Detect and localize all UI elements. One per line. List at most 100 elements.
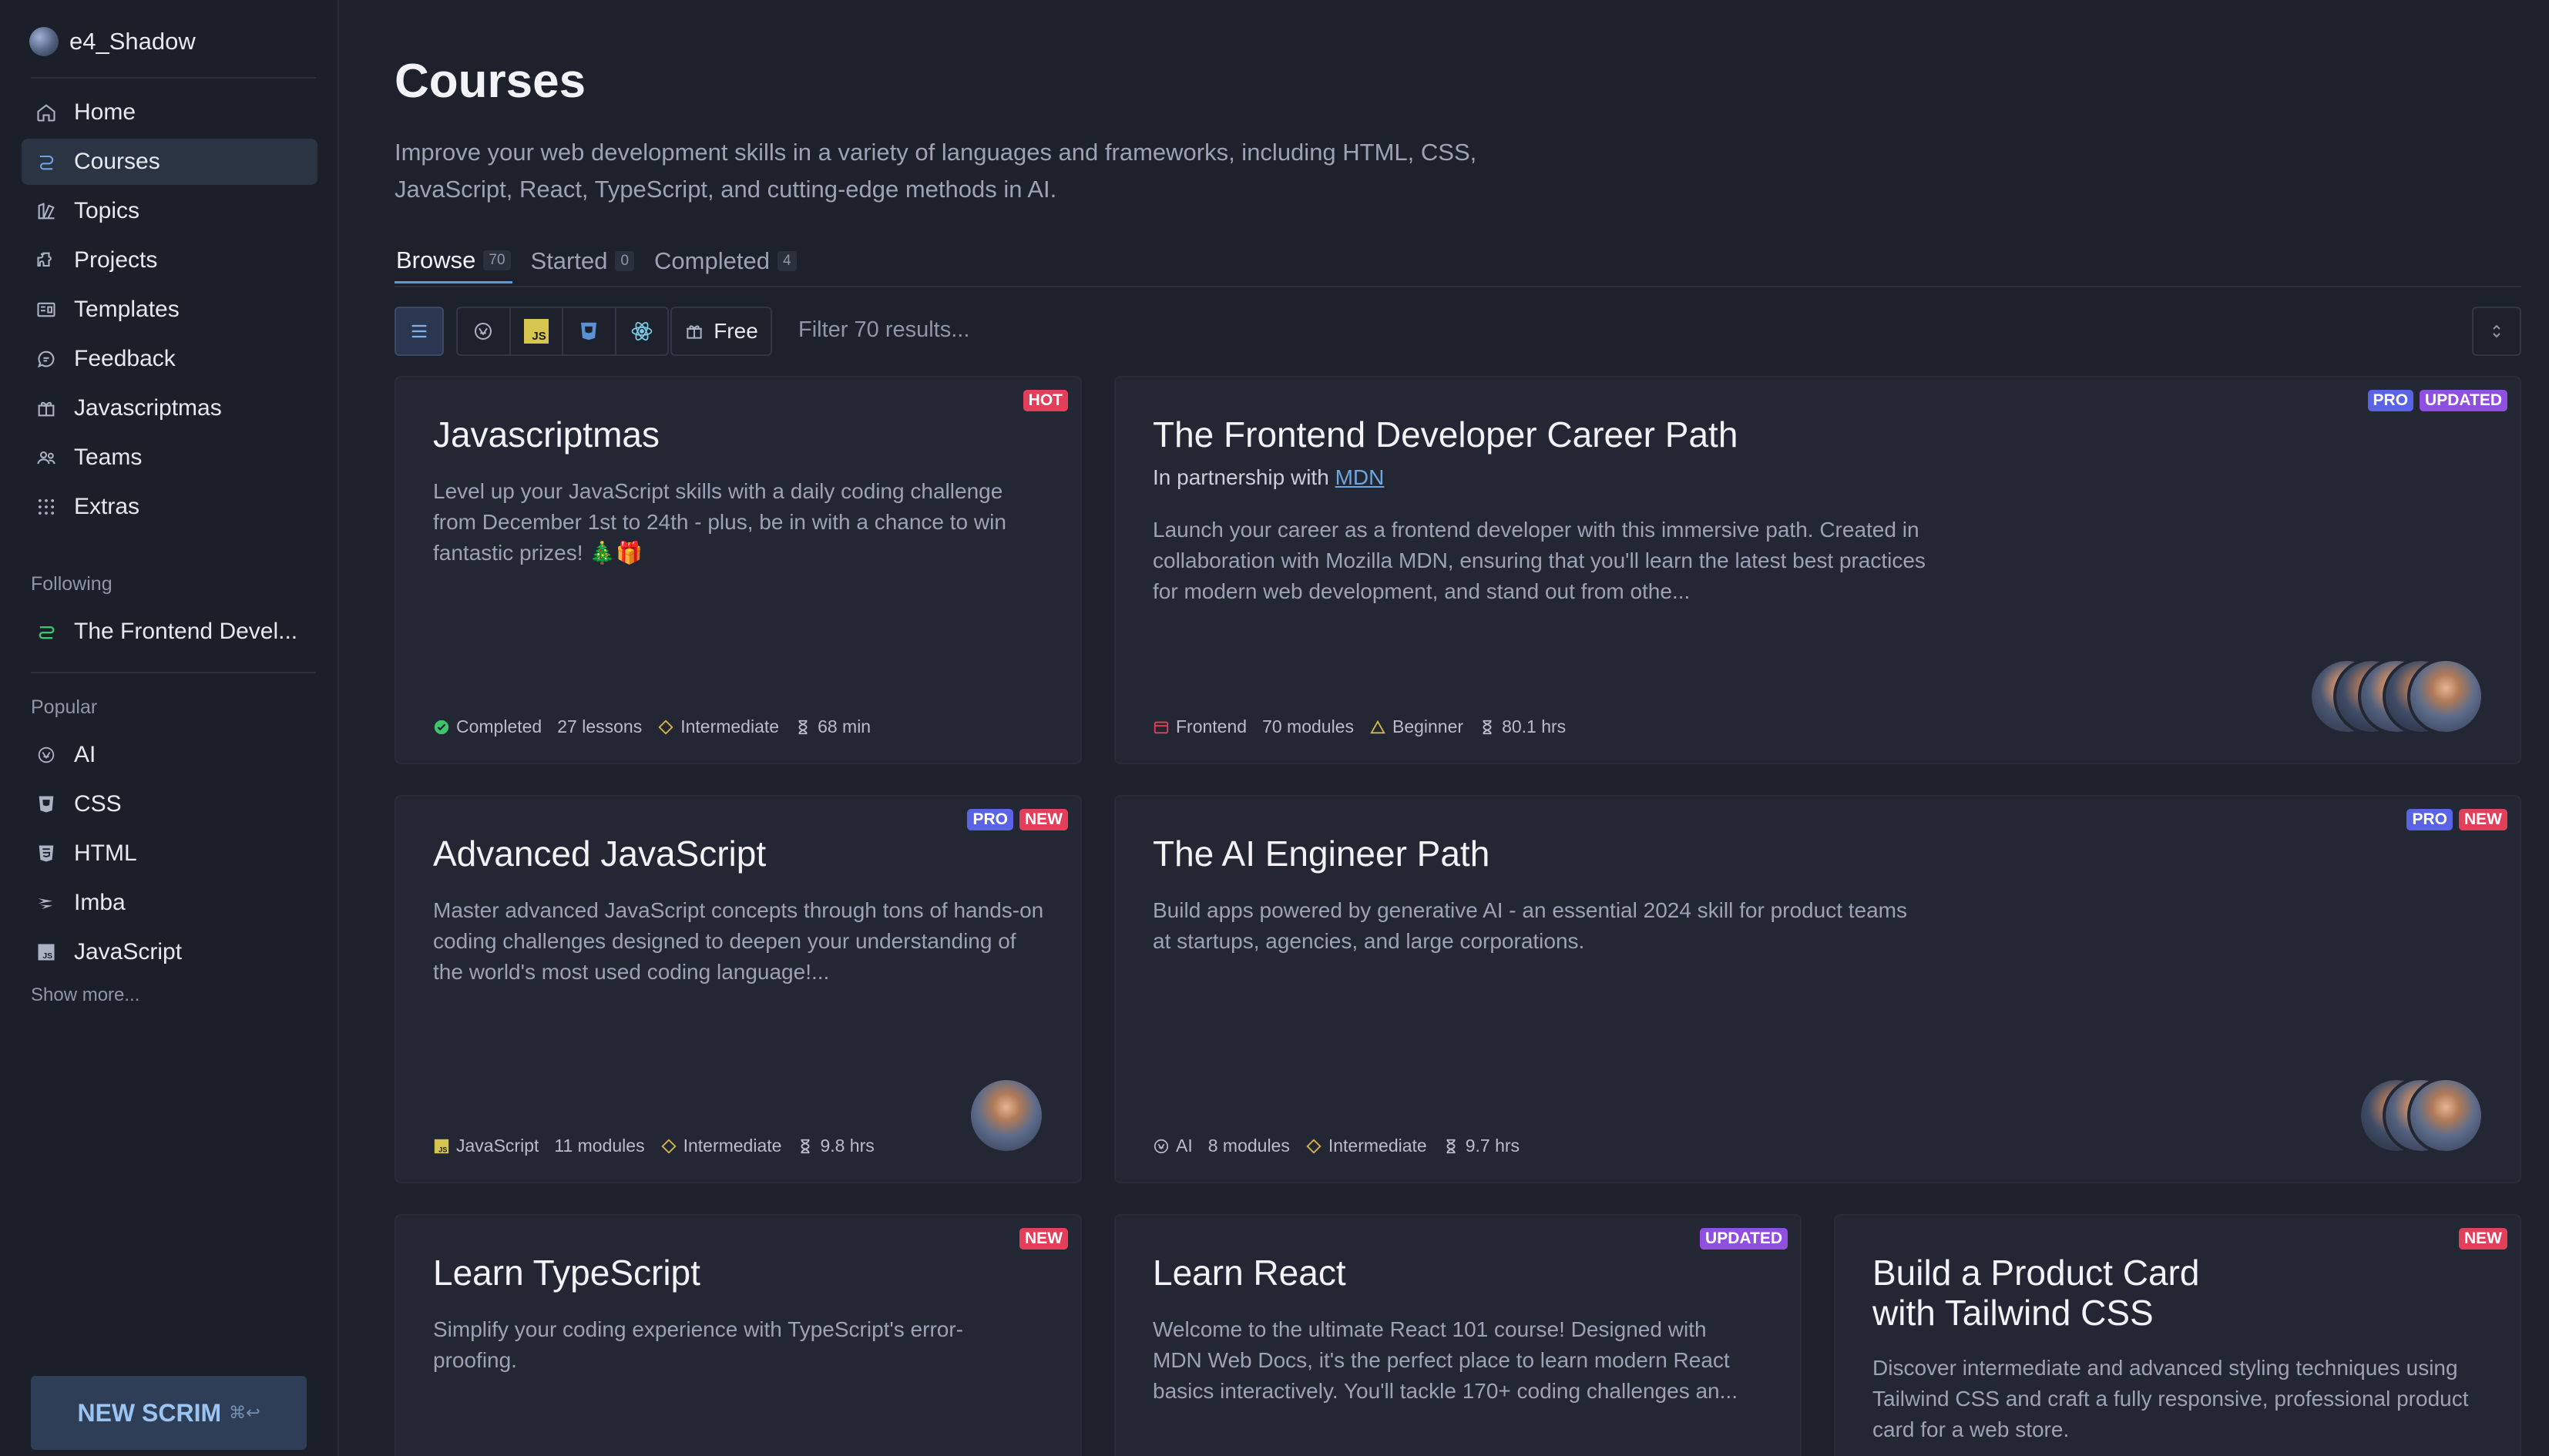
- course-description: Welcome to the ultimate React 101 course…: [1153, 1317, 1738, 1403]
- divider: [31, 77, 316, 79]
- topic-text: Frontend: [1176, 716, 1248, 736]
- badges: HOT: [1023, 390, 1068, 411]
- sidebar-item-label: Feedback: [74, 346, 176, 371]
- new-badge: NEW: [1019, 809, 1068, 830]
- course-card[interactable]: HOT Javascriptmas Level up your JavaScri…: [395, 376, 1082, 764]
- course-card[interactable]: PRO NEW Advanced JavaScript Master advan…: [395, 795, 1082, 1183]
- course-description: Build apps powered by generative AI - an…: [1153, 898, 1908, 953]
- filter-input[interactable]: Filter 70 results...: [798, 317, 969, 343]
- sidebar-item-following[interactable]: The Frontend Devel...: [22, 609, 317, 655]
- sidebar-item-templates[interactable]: Templates: [22, 287, 317, 333]
- level: Intermediate: [657, 716, 779, 737]
- sidebar-item-imba[interactable]: Imba: [22, 880, 317, 926]
- ai-filter-button[interactable]: [458, 308, 511, 354]
- lessons-count: 27 lessons: [557, 716, 643, 736]
- status-text: Completed: [456, 716, 542, 736]
- new-scrim-button[interactable]: NEW SCRIM ⌘↩: [31, 1376, 307, 1450]
- sidebar-item-label: Courses: [74, 149, 160, 174]
- sidebar-item-label: AI: [74, 742, 96, 767]
- badges: NEW: [2459, 1228, 2507, 1250]
- badges: PRO UPDATED: [2367, 390, 2507, 411]
- chevron-up-down-icon: [2493, 324, 2500, 338]
- sidebar-item-ai[interactable]: AI: [22, 732, 317, 778]
- path-icon: [35, 621, 57, 642]
- sidebar: e4_Shadow Home Courses Topics Projects T…: [0, 0, 339, 1456]
- javascript-filter-button[interactable]: JS: [511, 308, 563, 354]
- diamond-icon: [1305, 1138, 1322, 1155]
- list-icon: [411, 324, 427, 338]
- sort-button[interactable]: [2472, 307, 2521, 356]
- mdn-link[interactable]: MDN: [1335, 465, 1385, 489]
- tab-completed[interactable]: Completed 4: [653, 239, 798, 283]
- gift-icon: [35, 398, 57, 419]
- course-card[interactable]: NEW Build a Product Card with Tailwind C…: [1834, 1214, 2521, 1456]
- sidebar-item-label: Projects: [74, 247, 158, 273]
- diamond-icon: [657, 719, 674, 736]
- free-filter-button[interactable]: Free: [670, 307, 772, 356]
- hot-badge: HOT: [1023, 390, 1068, 411]
- tab-browse[interactable]: Browse 70: [395, 239, 512, 283]
- tab-label: Started: [530, 247, 608, 274]
- sidebar-item-courses[interactable]: Courses: [22, 139, 317, 185]
- duration-text: 9.7 hrs: [1465, 1136, 1520, 1156]
- sidebar-item-label: Home: [74, 99, 136, 125]
- sidebar-item-label: CSS: [74, 791, 122, 817]
- sidebar-item-home[interactable]: Home: [22, 89, 317, 136]
- topic-text: AI: [1176, 1136, 1193, 1156]
- feedback-icon: [35, 348, 57, 370]
- new-scrim-label: NEW SCRIM: [77, 1398, 222, 1427]
- free-label: Free: [714, 319, 758, 343]
- popular-list: AI CSS HTML Imba JS JavaScript: [22, 732, 317, 978]
- course-card[interactable]: UPDATED Learn React Welcome to the ultim…: [1114, 1214, 1802, 1456]
- course-description: Launch your career as a frontend develop…: [1153, 518, 1926, 603]
- hourglass-icon: [1442, 1138, 1459, 1155]
- show-more-link[interactable]: Show more...: [31, 985, 139, 1006]
- sidebar-item-label: Extras: [74, 494, 140, 519]
- css-icon: [35, 793, 57, 815]
- course-title: Learn TypeScript: [433, 1253, 700, 1293]
- sidebar-item-label: Imba: [74, 890, 126, 915]
- duration: 80.1 hrs: [1479, 716, 1566, 737]
- divider: [31, 672, 316, 673]
- course-card[interactable]: PRO NEW The AI Engineer Path Build apps …: [1114, 795, 2521, 1183]
- sidebar-item-topics[interactable]: Topics: [22, 188, 317, 234]
- sidebar-item-projects[interactable]: Projects: [22, 237, 317, 283]
- list-view-button[interactable]: [395, 307, 444, 356]
- javascript-icon: JS: [35, 941, 57, 963]
- react-filter-button[interactable]: [616, 308, 668, 354]
- sidebar-item-teams[interactable]: Teams: [22, 434, 317, 481]
- new-badge: NEW: [2459, 1228, 2507, 1250]
- course-meta: JS JavaScript 11 modules Intermediate 9.…: [433, 1136, 875, 1156]
- css-icon: [581, 322, 597, 341]
- course-card[interactable]: PRO UPDATED The Frontend Developer Caree…: [1114, 376, 2521, 764]
- badges: NEW: [1019, 1228, 1068, 1250]
- tabs-divider: [395, 286, 2521, 287]
- main-nav: Home Courses Topics Projects Templates F…: [22, 89, 317, 533]
- sidebar-item-label: Teams: [74, 445, 143, 470]
- sidebar-item-html[interactable]: HTML: [22, 830, 317, 877]
- sidebar-item-label: Templates: [74, 297, 180, 322]
- new-badge: NEW: [2459, 809, 2507, 830]
- course-card[interactable]: NEW Learn TypeScript Simplify your codin…: [395, 1214, 1082, 1456]
- css-filter-button[interactable]: [563, 308, 616, 354]
- duration: 9.8 hrs: [797, 1136, 875, 1156]
- sidebar-item-feedback[interactable]: Feedback: [22, 336, 317, 382]
- sidebar-item-css[interactable]: CSS: [22, 781, 317, 827]
- sidebar-item-javascript[interactable]: JS JavaScript: [22, 929, 317, 975]
- partner-prefix: In partnership with: [1153, 465, 1329, 489]
- gift-icon: [687, 325, 702, 339]
- badges: PRO NEW: [967, 809, 1068, 830]
- user-menu[interactable]: e4_Shadow: [29, 26, 196, 57]
- sidebar-item-javascriptmas[interactable]: Javascriptmas: [22, 385, 317, 431]
- tab-started[interactable]: Started 0: [529, 239, 636, 283]
- ai-icon: [1153, 1138, 1170, 1155]
- sidebar-item-extras[interactable]: Extras: [22, 484, 317, 530]
- duration-text: 80.1 hrs: [1502, 716, 1567, 736]
- pro-badge: PRO: [2367, 390, 2414, 411]
- ai-icon: [475, 323, 492, 340]
- ai-icon: [35, 744, 57, 766]
- course-title: Advanced JavaScript: [433, 834, 767, 874]
- course-meta: AI 8 modules Intermediate 9.7 hrs: [1153, 1136, 1520, 1156]
- svg-text:JS: JS: [438, 1146, 447, 1153]
- javascript-icon: JS: [433, 1138, 450, 1155]
